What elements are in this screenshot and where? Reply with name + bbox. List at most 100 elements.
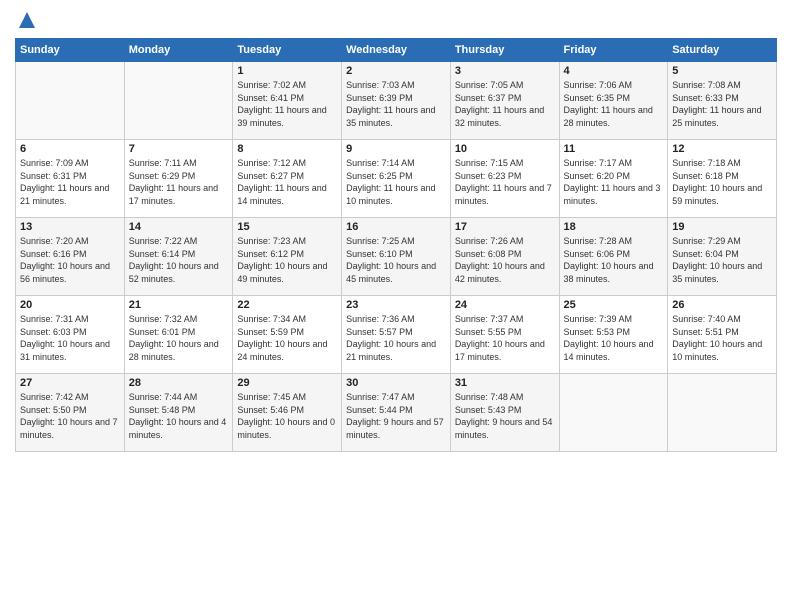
day-info: Sunrise: 7:39 AM Sunset: 5:53 PM Dayligh… — [564, 314, 654, 362]
day-info: Sunrise: 7:37 AM Sunset: 5:55 PM Dayligh… — [455, 314, 545, 362]
day-cell: 19 Sunrise: 7:29 AM Sunset: 6:04 PM Dayli… — [668, 218, 777, 296]
day-cell — [124, 62, 233, 140]
day-number: 18 — [564, 221, 664, 233]
logo-icon — [17, 10, 37, 30]
day-number: 12 — [672, 143, 772, 155]
day-cell: 15 Sunrise: 7:23 AM Sunset: 6:12 PM Dayli… — [233, 218, 342, 296]
day-number: 22 — [237, 299, 337, 311]
logo — [15, 10, 37, 30]
day-cell: 12 Sunrise: 7:18 AM Sunset: 6:18 PM Dayli… — [668, 140, 777, 218]
day-info: Sunrise: 7:03 AM Sunset: 6:39 PM Dayligh… — [346, 80, 435, 128]
day-number: 7 — [129, 143, 229, 155]
day-info: Sunrise: 7:11 AM Sunset: 6:29 PM Dayligh… — [129, 158, 218, 206]
day-cell: 10Sunrise: 7:15 AM Sunset: 6:23 PM Dayli… — [450, 140, 559, 218]
day-cell: 7 Sunrise: 7:11 AM Sunset: 6:29 PM Daylig… — [124, 140, 233, 218]
day-number: 14 — [129, 221, 229, 233]
day-cell: 31Sunrise: 7:48 AM Sunset: 5:43 PM Dayli… — [450, 374, 559, 452]
day-number: 11 — [564, 143, 664, 155]
day-info: Sunrise: 7:31 AM Sunset: 6:03 PM Dayligh… — [20, 314, 110, 362]
week-row-1: 1 Sunrise: 7:02 AM Sunset: 6:41 PM Daylig… — [16, 62, 777, 140]
logo-text — [15, 10, 37, 30]
col-header-saturday: Saturday — [668, 39, 777, 62]
day-info: Sunrise: 7:05 AM Sunset: 6:37 PM Dayligh… — [455, 80, 544, 128]
day-number: 30 — [346, 377, 446, 389]
day-number: 28 — [129, 377, 229, 389]
day-cell: 18 Sunrise: 7:28 AM Sunset: 6:06 PM Dayli… — [559, 218, 668, 296]
day-cell: 16Sunrise: 7:25 AM Sunset: 6:10 PM Dayli… — [342, 218, 451, 296]
day-number: 3 — [455, 65, 555, 77]
day-cell: 30 Sunrise: 7:47 AM Sunset: 5:44 PM Dayli… — [342, 374, 451, 452]
day-cell: 24 Sunrise: 7:37 AM Sunset: 5:55 PM Dayli… — [450, 296, 559, 374]
day-info: Sunrise: 7:34 AM Sunset: 5:59 PM Dayligh… — [237, 314, 327, 362]
day-number: 1 — [237, 65, 337, 77]
day-info: Sunrise: 7:42 AM Sunset: 5:50 PM Dayligh… — [20, 392, 118, 440]
day-info: Sunrise: 7:08 AM Sunset: 6:33 PM Dayligh… — [672, 80, 761, 128]
day-info: Sunrise: 7:29 AM Sunset: 6:04 PM Dayligh… — [672, 236, 762, 284]
day-number: 2 — [346, 65, 446, 77]
day-cell: 2 Sunrise: 7:03 AM Sunset: 6:39 PM Daylig… — [342, 62, 451, 140]
day-number: 29 — [237, 377, 337, 389]
day-info: Sunrise: 7:09 AM Sunset: 6:31 PM Dayligh… — [20, 158, 109, 206]
day-cell: 6 Sunrise: 7:09 AM Sunset: 6:31 PM Daylig… — [16, 140, 125, 218]
day-cell: 5Sunrise: 7:08 AM Sunset: 6:33 PM Daylig… — [668, 62, 777, 140]
day-cell — [16, 62, 125, 140]
day-number: 25 — [564, 299, 664, 311]
day-cell: 27 Sunrise: 7:42 AM Sunset: 5:50 PM Dayli… — [16, 374, 125, 452]
day-number: 19 — [672, 221, 772, 233]
day-cell: 1 Sunrise: 7:02 AM Sunset: 6:41 PM Daylig… — [233, 62, 342, 140]
day-cell: 8Sunrise: 7:12 AM Sunset: 6:27 PM Daylig… — [233, 140, 342, 218]
day-number: 4 — [564, 65, 664, 77]
col-header-friday: Friday — [559, 39, 668, 62]
day-info: Sunrise: 7:23 AM Sunset: 6:12 PM Dayligh… — [237, 236, 327, 284]
day-info: Sunrise: 7:25 AM Sunset: 6:10 PM Dayligh… — [346, 236, 436, 284]
day-info: Sunrise: 7:22 AM Sunset: 6:14 PM Dayligh… — [129, 236, 219, 284]
week-row-2: 6 Sunrise: 7:09 AM Sunset: 6:31 PM Daylig… — [16, 140, 777, 218]
day-info: Sunrise: 7:48 AM Sunset: 5:43 PM Dayligh… — [455, 392, 553, 440]
day-info: Sunrise: 7:17 AM Sunset: 6:20 PM Dayligh… — [564, 158, 661, 206]
day-info: Sunrise: 7:26 AM Sunset: 6:08 PM Dayligh… — [455, 236, 545, 284]
day-info: Sunrise: 7:44 AM Sunset: 5:48 PM Dayligh… — [129, 392, 227, 440]
day-cell: 25 Sunrise: 7:39 AM Sunset: 5:53 PM Dayli… — [559, 296, 668, 374]
day-cell: 23 Sunrise: 7:36 AM Sunset: 5:57 PM Dayli… — [342, 296, 451, 374]
day-info: Sunrise: 7:47 AM Sunset: 5:44 PM Dayligh… — [346, 392, 444, 440]
day-cell: 26 Sunrise: 7:40 AM Sunset: 5:51 PM Dayli… — [668, 296, 777, 374]
page-container: SundayMondayTuesdayWednesdayThursdayFrid… — [0, 0, 792, 457]
day-info: Sunrise: 7:06 AM Sunset: 6:35 PM Dayligh… — [564, 80, 653, 128]
day-info: Sunrise: 7:02 AM Sunset: 6:41 PM Dayligh… — [237, 80, 326, 128]
col-header-wednesday: Wednesday — [342, 39, 451, 62]
day-cell: 9Sunrise: 7:14 AM Sunset: 6:25 PM Daylig… — [342, 140, 451, 218]
day-info: Sunrise: 7:32 AM Sunset: 6:01 PM Dayligh… — [129, 314, 219, 362]
col-header-sunday: Sunday — [16, 39, 125, 62]
day-cell — [668, 374, 777, 452]
day-number: 13 — [20, 221, 120, 233]
day-number: 6 — [20, 143, 120, 155]
day-cell: 29Sunrise: 7:45 AM Sunset: 5:46 PM Dayli… — [233, 374, 342, 452]
day-cell: 14 Sunrise: 7:22 AM Sunset: 6:14 PM Dayli… — [124, 218, 233, 296]
day-number: 10 — [455, 143, 555, 155]
day-number: 20 — [20, 299, 120, 311]
day-number: 9 — [346, 143, 446, 155]
day-cell: 20 Sunrise: 7:31 AM Sunset: 6:03 PM Dayli… — [16, 296, 125, 374]
day-cell — [559, 374, 668, 452]
day-number: 23 — [346, 299, 446, 311]
col-header-tuesday: Tuesday — [233, 39, 342, 62]
day-number: 27 — [20, 377, 120, 389]
day-number: 15 — [237, 221, 337, 233]
week-row-5: 27 Sunrise: 7:42 AM Sunset: 5:50 PM Dayli… — [16, 374, 777, 452]
day-cell: 22 Sunrise: 7:34 AM Sunset: 5:59 PM Dayli… — [233, 296, 342, 374]
day-info: Sunrise: 7:28 AM Sunset: 6:06 PM Dayligh… — [564, 236, 654, 284]
day-info: Sunrise: 7:36 AM Sunset: 5:57 PM Dayligh… — [346, 314, 436, 362]
header — [15, 10, 777, 30]
week-row-3: 13Sunrise: 7:20 AM Sunset: 6:16 PM Dayli… — [16, 218, 777, 296]
day-number: 26 — [672, 299, 772, 311]
day-number: 24 — [455, 299, 555, 311]
day-number: 17 — [455, 221, 555, 233]
day-info: Sunrise: 7:40 AM Sunset: 5:51 PM Dayligh… — [672, 314, 762, 362]
day-cell: 3 Sunrise: 7:05 AM Sunset: 6:37 PM Daylig… — [450, 62, 559, 140]
col-header-thursday: Thursday — [450, 39, 559, 62]
day-cell: 13Sunrise: 7:20 AM Sunset: 6:16 PM Dayli… — [16, 218, 125, 296]
day-info: Sunrise: 7:18 AM Sunset: 6:18 PM Dayligh… — [672, 158, 762, 206]
day-info: Sunrise: 7:12 AM Sunset: 6:27 PM Dayligh… — [237, 158, 326, 206]
calendar-table: SundayMondayTuesdayWednesdayThursdayFrid… — [15, 38, 777, 452]
day-cell: 17 Sunrise: 7:26 AM Sunset: 6:08 PM Dayli… — [450, 218, 559, 296]
